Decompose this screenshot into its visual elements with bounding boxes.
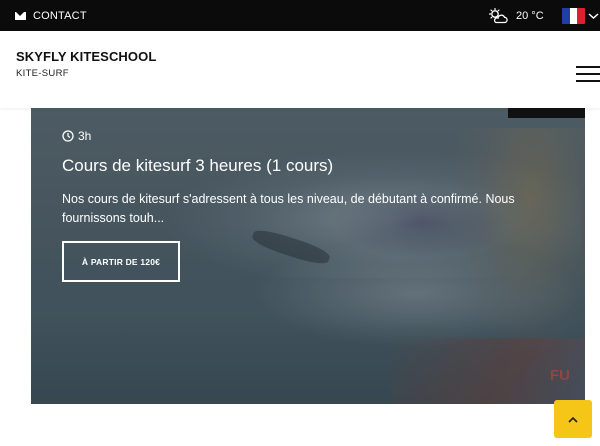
- weather-widget: 20 °C: [488, 0, 544, 31]
- chevron-down-icon: [588, 12, 599, 20]
- course-card[interactable]: FU 3h Cours de kitesurf 3 heures (1 cour…: [31, 108, 585, 404]
- mail-icon: [15, 11, 26, 20]
- duration-text: 3h: [78, 129, 92, 143]
- partly-cloudy-icon: [488, 7, 508, 24]
- card-corner-tab: [508, 108, 585, 118]
- scroll-to-top-button[interactable]: [554, 400, 592, 438]
- site-subtitle: KITE-SURF: [16, 68, 69, 79]
- contact-label: CONTACT: [33, 9, 87, 22]
- site-title[interactable]: SKYFLY KITESCHOOL: [16, 49, 156, 64]
- temperature: 20 °C: [516, 9, 544, 22]
- site-header: SKYFLY KITESCHOOL KITE-SURF: [0, 31, 600, 108]
- contact-link[interactable]: CONTACT: [15, 0, 87, 31]
- top-bar: CONTACT 20 °C: [0, 0, 600, 31]
- card-duration: 3h: [62, 129, 91, 143]
- france-flag-icon: [562, 8, 585, 24]
- language-switcher[interactable]: [562, 8, 599, 24]
- arrow-up-icon: [568, 416, 578, 423]
- clock-icon: [62, 130, 74, 142]
- card-title[interactable]: Cours de kitesurf 3 heures (1 cours): [62, 156, 333, 176]
- image-sail-text: FU: [550, 367, 570, 384]
- price-button[interactable]: À PARTIR DE 120€: [62, 241, 180, 282]
- hamburger-menu-icon[interactable]: [576, 66, 600, 82]
- card-description: Nos cours de kitesurf s'adressent à tous…: [62, 192, 515, 225]
